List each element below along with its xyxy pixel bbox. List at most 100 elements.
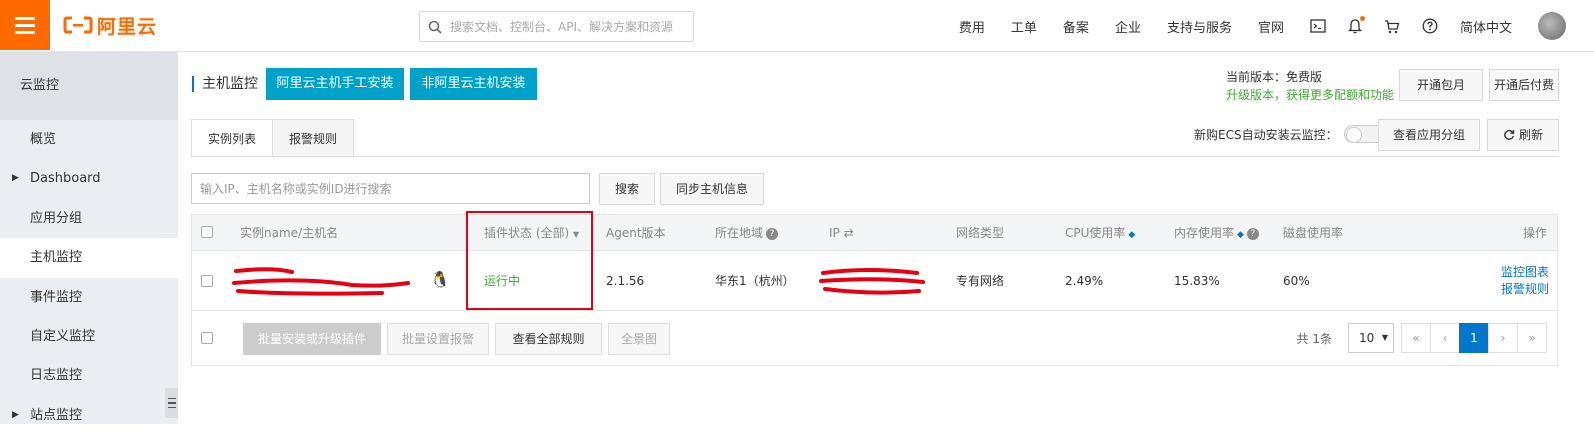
view-app-group-button[interactable]: 查看应用分组 <box>1378 119 1480 151</box>
refresh-icon <box>1504 129 1515 140</box>
caret-right-icon: ▶ <box>12 173 19 184</box>
top-nav: 费用 工单 备案 企业 支持与服务 官网 简体中文 <box>959 0 1594 52</box>
search-button[interactable]: 搜索 <box>599 173 655 205</box>
sidebar-item-app-group[interactable]: 应用分组 <box>0 199 178 238</box>
tab-divider <box>191 156 1559 157</box>
refresh-button[interactable]: 刷新 <box>1487 119 1559 151</box>
redacted-instance-name <box>232 267 410 296</box>
footer-select-all-checkbox[interactable] <box>201 332 213 344</box>
sidebar-item-custom-monitor[interactable]: 自定义监控 <box>0 317 178 356</box>
menu-icon[interactable] <box>0 0 50 50</box>
instance-table: 实例name/主机名 插件状态 (全部) ▼ Agent版本 所在地域? IP … <box>191 214 1558 366</box>
logo-text: 阿里云 <box>97 15 158 38</box>
sidebar-item-label: Dashboard <box>30 171 101 187</box>
sort-icon: ◆ <box>1128 230 1136 240</box>
search-input[interactable] <box>450 19 690 34</box>
panorama-button[interactable]: 全景图 <box>608 323 670 355</box>
col-cpu-usage[interactable]: CPU使用率 ◆ <box>1065 215 1135 253</box>
disk-usage-value: 60% <box>1283 274 1310 288</box>
sidebar-item-label: 主机监控 <box>30 250 83 266</box>
sidebar: 云监控 概览 ▶ Dashboard 应用分组 主机监控 事件监控 自定义监控 日… <box>0 52 178 424</box>
batch-install-plugin-button[interactable]: 批量安装或升级插件 <box>243 323 381 355</box>
sidebar-item-log-monitor[interactable]: 日志监控 <box>0 356 178 395</box>
total-count: 共 1条 <box>1296 331 1332 346</box>
sidebar-title: 云监控 <box>0 52 178 120</box>
nav-icp[interactable]: 备案 <box>1063 17 1089 36</box>
tab-bar: 实例列表 报警规则 <box>191 119 355 157</box>
col-ip[interactable]: IP ⇄ <box>829 215 854 251</box>
user-avatar[interactable] <box>1538 12 1566 40</box>
help-icon[interactable] <box>1422 18 1438 34</box>
postpaid-button[interactable]: 开通后付费 <box>1489 69 1559 101</box>
next-page-button[interactable]: › <box>1488 323 1518 353</box>
aliyun-logo[interactable]: 阿里云 <box>63 13 158 38</box>
monthly-subscribe-button[interactable]: 开通包月 <box>1399 69 1483 101</box>
cart-icon[interactable] <box>1384 19 1400 34</box>
question-icon[interactable]: ? <box>1246 227 1259 240</box>
sidebar-item-dashboard[interactable]: ▶ Dashboard <box>0 159 178 198</box>
pagination: 共 1条 10 ▼ « ‹ 1 › » <box>1297 323 1547 353</box>
sidebar-item-label: 概览 <box>30 132 57 147</box>
notification-dot <box>1359 16 1365 21</box>
tab-alarm-rules[interactable]: 报警规则 <box>273 119 355 157</box>
question-icon[interactable]: ? <box>766 227 779 240</box>
highlight-box <box>466 211 593 310</box>
global-search[interactable] <box>419 11 694 42</box>
auto-install-label: 新购ECS自动安装云监控： <box>1194 127 1338 142</box>
sidebar-item-host-monitor[interactable]: 主机监控 <box>0 238 178 278</box>
network-type-value: 专有网络 <box>956 274 1005 288</box>
instance-filter-input[interactable] <box>191 173 590 204</box>
col-mem-usage[interactable]: 内存使用率 ◆? <box>1174 215 1259 253</box>
col-disk-usage: 磁盘使用率 <box>1283 226 1344 240</box>
row-checkbox[interactable] <box>201 275 213 287</box>
aliyun-logo-icon <box>63 16 93 34</box>
install-aliyun-host-button[interactable]: 阿里云主机手工安装 <box>266 68 404 100</box>
sort-icon: ◆ <box>1237 230 1244 240</box>
sidebar-item-site-monitor[interactable]: ▶ 站点监控 <box>0 396 178 435</box>
sidebar-item-label: 应用分组 <box>30 210 83 226</box>
nav-enterprise[interactable]: 企业 <box>1115 17 1141 36</box>
nav-ticket[interactable]: 工单 <box>1011 17 1037 36</box>
view-all-rules-button[interactable]: 查看全部规则 <box>495 323 602 355</box>
col-operations: 操作 <box>1522 226 1547 240</box>
nav-official-site[interactable]: 官网 <box>1258 17 1284 36</box>
col-network-type: 网络类型 <box>956 226 1005 240</box>
col-region: 所在地域? <box>715 215 779 251</box>
tab-instance-list[interactable]: 实例列表 <box>191 119 274 157</box>
upgrade-link[interactable]: 升级版本，获得更多配额和功能 <box>1226 86 1394 104</box>
sidebar-item-label: 日志监控 <box>30 368 83 384</box>
monitor-chart-link[interactable]: 监控图表 <box>1501 264 1549 281</box>
swap-icon: ⇄ <box>843 226 854 240</box>
mem-usage-value: 15.83% <box>1174 274 1220 288</box>
table-header: 实例name/主机名 插件状态 (全部) ▼ Agent版本 所在地域? IP … <box>192 215 1557 251</box>
region-value: 华东1（杭州） <box>715 274 795 288</box>
batch-set-alarm-button[interactable]: 批量设置报警 <box>387 323 489 355</box>
col-instance-name: 实例name/主机名 <box>240 226 339 240</box>
sidebar-item-event-monitor[interactable]: 事件监控 <box>0 278 178 317</box>
install-non-aliyun-host-button[interactable]: 非阿里云主机安装 <box>410 68 537 100</box>
page-size-select[interactable]: 10 ▼ <box>1348 323 1394 353</box>
alarm-rules-link[interactable]: 报警规则 <box>1501 281 1549 298</box>
nav-support[interactable]: 支持与服务 <box>1167 17 1232 36</box>
col-mem-label: 内存使用率 <box>1174 226 1235 240</box>
col-region-label: 所在地域 <box>715 226 764 240</box>
select-all-checkbox[interactable] <box>201 226 213 238</box>
auto-install-setting: 新购ECS自动安装云监控： <box>1194 125 1386 143</box>
terminal-icon[interactable] <box>1310 19 1326 33</box>
refresh-label: 刷新 <box>1518 128 1543 142</box>
prev-page-button[interactable]: ‹ <box>1430 323 1460 353</box>
sidebar-item-overview[interactable]: 概览 <box>0 120 178 159</box>
last-page-button[interactable]: » <box>1517 323 1547 353</box>
row-operations: 监控图表 报警规则 <box>1501 264 1549 298</box>
page-button-current[interactable]: 1 <box>1459 323 1489 353</box>
sidebar-collapse-handle[interactable] <box>165 388 178 418</box>
sync-host-info-button[interactable]: 同步主机信息 <box>660 173 764 205</box>
language-switch[interactable]: 简体中文 <box>1460 17 1512 36</box>
col-cpu-label: CPU使用率 <box>1065 226 1126 240</box>
col-agent-version: Agent版本 <box>606 226 666 240</box>
agent-version-value: 2.1.56 <box>606 274 645 288</box>
bell-icon[interactable] <box>1347 16 1365 34</box>
first-page-button[interactable]: « <box>1401 323 1431 353</box>
table-row: 🐧 运行中 2.1.56 华东1（杭州） 专有网络 2.49% 15.83% 6… <box>192 251 1557 311</box>
nav-billing[interactable]: 费用 <box>959 17 985 36</box>
